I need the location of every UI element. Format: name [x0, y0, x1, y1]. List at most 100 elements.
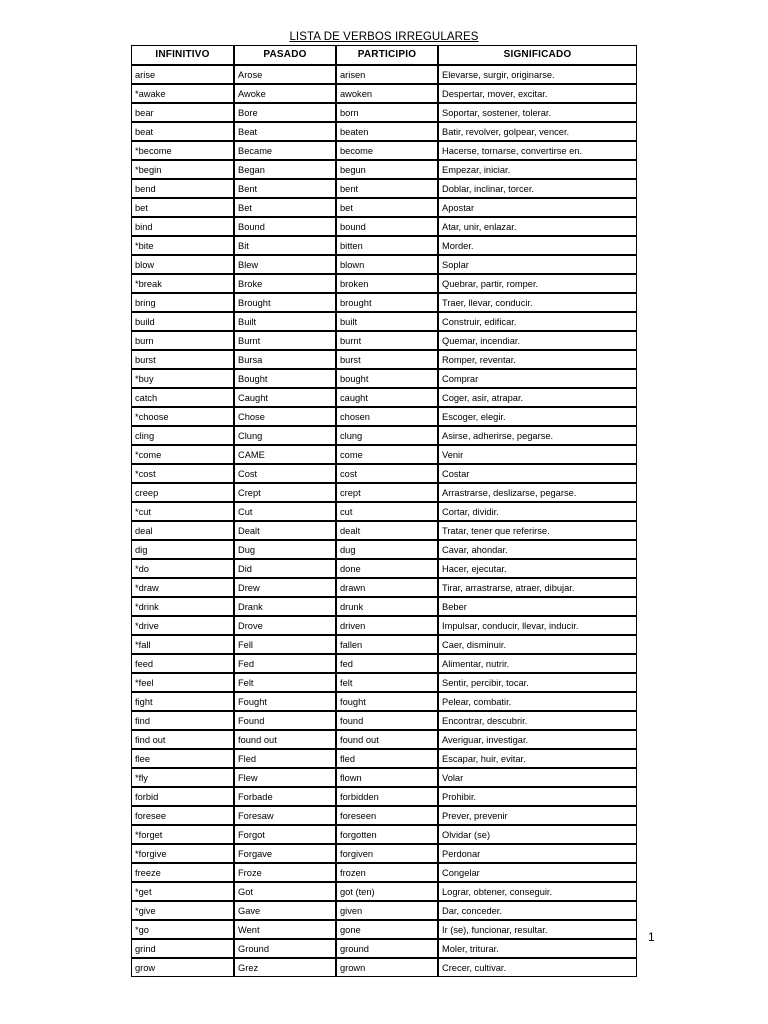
- cell-significado: Romper, reventar.: [438, 350, 637, 369]
- table-row: freeze Froze frozen Congelar: [131, 863, 637, 882]
- cell-participio: clung: [336, 426, 438, 445]
- cell-infinitivo: *bite: [131, 236, 234, 255]
- page-title: LISTA DE VERBOS IRREGULARES: [131, 31, 637, 44]
- table-row: bet Bet bet Apostar: [131, 198, 637, 217]
- cell-significado: Cavar, ahondar.: [438, 540, 637, 559]
- cell-significado: Hacerse, tornarse, convertirse en.: [438, 141, 637, 160]
- column-header-significado: SIGNIFICADO: [438, 45, 637, 65]
- cell-pasado: Felt: [234, 673, 336, 692]
- cell-significado: Venir: [438, 445, 637, 464]
- cell-pasado: Clung: [234, 426, 336, 445]
- cell-participio: bet: [336, 198, 438, 217]
- table-row: *forgive Forgave forgiven Perdonar: [131, 844, 637, 863]
- column-header-pasado: PASADO: [234, 45, 336, 65]
- cell-infinitivo: feed: [131, 654, 234, 673]
- table-row: *bite Bit bitten Morder.: [131, 236, 637, 255]
- cell-infinitivo: catch: [131, 388, 234, 407]
- cell-pasado: Flew: [234, 768, 336, 787]
- cell-pasado: Broke: [234, 274, 336, 293]
- cell-participio: cost: [336, 464, 438, 483]
- cell-participio: caught: [336, 388, 438, 407]
- table-row: *fall Fell fallen Caer, disminuir.: [131, 635, 637, 654]
- table-row: build Built built Construir, edificar.: [131, 312, 637, 331]
- cell-pasado: Fed: [234, 654, 336, 673]
- cell-pasado: Bent: [234, 179, 336, 198]
- table-row: *go Went gone Ir (se), funcionar, resultar.: [131, 920, 637, 939]
- table-row: *feel Felt felt Sentir, percibir, tocar.: [131, 673, 637, 692]
- cell-participio: found: [336, 711, 438, 730]
- cell-participio: awoken: [336, 84, 438, 103]
- cell-infinitivo: *fly: [131, 768, 234, 787]
- cell-infinitivo: *go: [131, 920, 234, 939]
- table-header-row: INFINITIVO PASADO PARTICIPIO SIGNIFICADO: [131, 45, 637, 65]
- cell-infinitivo: burst: [131, 350, 234, 369]
- cell-pasado: Bound: [234, 217, 336, 236]
- cell-pasado: Bursa: [234, 350, 336, 369]
- cell-infinitivo: dig: [131, 540, 234, 559]
- cell-participio: forgiven: [336, 844, 438, 863]
- table-row: burst Bursa burst Romper, reventar.: [131, 350, 637, 369]
- cell-participio: born: [336, 103, 438, 122]
- table-row: *choose Chose chosen Escoger, elegir.: [131, 407, 637, 426]
- cell-infinitivo: *begin: [131, 160, 234, 179]
- cell-infinitivo: grow: [131, 958, 234, 977]
- cell-infinitivo: flee: [131, 749, 234, 768]
- cell-infinitivo: *break: [131, 274, 234, 293]
- cell-significado: Volar: [438, 768, 637, 787]
- cell-participio: gone: [336, 920, 438, 939]
- table-row: *cost Cost cost Costar: [131, 464, 637, 483]
- cell-infinitivo: *cut: [131, 502, 234, 521]
- cell-participio: fled: [336, 749, 438, 768]
- cell-significado: Escoger, elegir.: [438, 407, 637, 426]
- table-row: cling Clung clung Asirse, adherirse, pegars…: [131, 426, 637, 445]
- cell-pasado: Bet: [234, 198, 336, 217]
- table-row: find Found found Encontrar, descubrir.: [131, 711, 637, 730]
- cell-infinitivo: *get: [131, 882, 234, 901]
- column-header-infinitivo: INFINITIVO: [131, 45, 234, 65]
- table-row: dig Dug dug Cavar, ahondar.: [131, 540, 637, 559]
- cell-infinitivo: blow: [131, 255, 234, 274]
- cell-significado: Batir, revolver, golpear, vencer.: [438, 122, 637, 141]
- table-row: burn Burnt burnt Quemar, incendiar.: [131, 331, 637, 350]
- cell-significado: Encontrar, descubrir.: [438, 711, 637, 730]
- cell-significado: Olvidar (se): [438, 825, 637, 844]
- cell-infinitivo: *give: [131, 901, 234, 920]
- cell-pasado: Arose: [234, 65, 336, 84]
- table-row: *come CAME come Venir: [131, 445, 637, 464]
- table-row: deal Dealt dealt Tratar, tener que referirs…: [131, 521, 637, 540]
- cell-pasado: Beat: [234, 122, 336, 141]
- cell-participio: cut: [336, 502, 438, 521]
- cell-participio: fed: [336, 654, 438, 673]
- cell-participio: drunk: [336, 597, 438, 616]
- table-row: forbid Forbade forbidden Prohibir.: [131, 787, 637, 806]
- cell-infinitivo: *fall: [131, 635, 234, 654]
- cell-participio: got (ten): [336, 882, 438, 901]
- cell-participio: felt: [336, 673, 438, 692]
- cell-pasado: Dug: [234, 540, 336, 559]
- cell-participio: bitten: [336, 236, 438, 255]
- table-row: bind Bound bound Atar, unir, enlazar.: [131, 217, 637, 236]
- cell-infinitivo: *drink: [131, 597, 234, 616]
- cell-pasado: Drew: [234, 578, 336, 597]
- cell-pasado: Went: [234, 920, 336, 939]
- cell-significado: Apostar: [438, 198, 637, 217]
- cell-pasado: Forbade: [234, 787, 336, 806]
- cell-significado: Dar, conceder.: [438, 901, 637, 920]
- cell-infinitivo: find: [131, 711, 234, 730]
- cell-significado: Costar: [438, 464, 637, 483]
- cell-participio: fallen: [336, 635, 438, 654]
- table-row: *awake Awoke awoken Despertar, mover, excit…: [131, 84, 637, 103]
- table-row: *cut Cut cut Cortar, dividir.: [131, 502, 637, 521]
- cell-pasado: Built: [234, 312, 336, 331]
- cell-pasado: Froze: [234, 863, 336, 882]
- cell-significado: Doblar, inclinar, torcer.: [438, 179, 637, 198]
- cell-significado: Construir, edificar.: [438, 312, 637, 331]
- cell-infinitivo: foresee: [131, 806, 234, 825]
- table-row: *buy Bought bought Comprar: [131, 369, 637, 388]
- cell-significado: Traer, llevar, conducir.: [438, 293, 637, 312]
- cell-significado: Cortar, dividir.: [438, 502, 637, 521]
- page-number: 1: [648, 930, 655, 944]
- table-row: beat Beat beaten Batir, revolver, golpear, …: [131, 122, 637, 141]
- cell-significado: Pelear, combatir.: [438, 692, 637, 711]
- cell-pasado: Drank: [234, 597, 336, 616]
